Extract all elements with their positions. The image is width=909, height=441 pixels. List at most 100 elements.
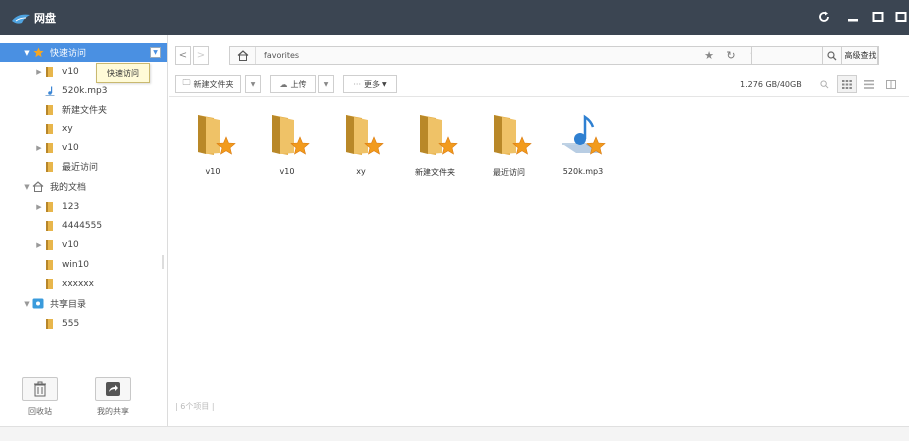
app-title: 网盘 (34, 11, 56, 25)
new-folder-dropdown-icon[interactable]: ▼ (245, 75, 261, 93)
sidebar-item-label: win10 (62, 259, 90, 270)
folder-outline-icon: 🗀 (182, 78, 191, 87)
back-button[interactable]: < (175, 46, 191, 65)
sidebar-item-label: 4444555 (62, 220, 103, 231)
folder-icon (44, 278, 56, 290)
expand-arrow-icon[interactable]: ▼ (22, 183, 32, 191)
sidebar-item[interactable]: ▼ 共享目录 (0, 294, 167, 313)
minimize-icon[interactable] (845, 9, 861, 25)
sidebar-item[interactable]: 新建文件夹 (0, 100, 167, 119)
my-share-label: 我的共享 (97, 407, 129, 416)
sidebar-item-label: 最近访问 (62, 163, 99, 173)
sidebar-item-label: 我的文档 (50, 183, 87, 193)
grid-view-icon[interactable] (837, 75, 857, 93)
storage-capacity: 1.276 GB/40GB (740, 79, 802, 89)
file-item[interactable]: v10 (257, 109, 317, 185)
sidebar-item[interactable]: 最近访问 (0, 157, 167, 176)
more-caret-icon: ▼ (382, 80, 387, 88)
my-share-button[interactable]: 我的共享 (86, 377, 140, 421)
sidebar-item[interactable]: ▶ v10 (0, 235, 167, 254)
folder-icon (44, 161, 56, 173)
file-name: xy (356, 167, 366, 176)
advanced-search-button[interactable]: 高级查找 (843, 46, 879, 65)
folder-icon (44, 259, 56, 271)
dropdown-icon[interactable]: ▼ (150, 47, 161, 58)
favorite-star-icon[interactable]: ★ (698, 47, 720, 64)
main-panel: < > favorites ★ ↻ ↑ 高级查找 🗀 新建文件夹 ▼ ☁ 上传 … (169, 35, 909, 426)
new-folder-label: 新建文件夹 (193, 79, 234, 89)
home-icon[interactable] (230, 47, 256, 64)
tooltip: 快速访问 (96, 63, 150, 83)
file-name: 最近访问 (493, 168, 525, 177)
sidebar-item[interactable]: ▶ 123 (0, 197, 167, 216)
sidebar-item-label: xy (62, 123, 73, 134)
file-item[interactable]: xy (331, 109, 391, 185)
expand-arrow-icon[interactable]: ▼ (22, 49, 32, 57)
sidebar-item[interactable]: 4444555 (0, 216, 167, 235)
sidebar-scrollbar[interactable] (162, 255, 164, 269)
sidebar-item[interactable]: 520k.mp3 (0, 81, 167, 100)
breadcrumb[interactable]: favorites (264, 51, 299, 60)
sidebar: ▼ 快速访问 ▼ ▶ v10 520k.mp3 新建文件夹 xy ▶ v10 最近访问 ▼ 我的文档 ▶ 1… (0, 35, 168, 426)
file-item[interactable]: 最近访问 (479, 109, 539, 185)
sidebar-item[interactable]: xxxxxx (0, 274, 167, 293)
starred-audio-icon (558, 109, 608, 162)
file-item[interactable]: 新建文件夹 (405, 109, 465, 185)
search-icon[interactable] (822, 46, 842, 65)
app-bird-icon (12, 14, 30, 24)
home-icon (32, 181, 44, 193)
upload-dropdown-icon[interactable]: ▼ (318, 75, 334, 93)
sidebar-item-label: v10 (62, 66, 79, 77)
search-input[interactable] (751, 46, 823, 65)
sidebar-item-label: 123 (62, 201, 80, 212)
collapse-arrow-icon[interactable]: ▶ (34, 203, 44, 211)
address-row: < > favorites ★ ↻ ↑ 高级查找 (169, 43, 909, 66)
forward-button[interactable]: > (193, 46, 209, 65)
folder-icon (44, 123, 56, 135)
folder-icon (44, 220, 56, 232)
file-item[interactable]: v10 (183, 109, 243, 185)
sidebar-item[interactable]: win10 (0, 255, 167, 274)
file-item[interactable]: 520k.mp3 (553, 109, 613, 185)
file-name: v10 (279, 167, 295, 176)
collapse-arrow-icon[interactable]: ▶ (34, 241, 44, 249)
folder-icon (44, 104, 56, 116)
folder-icon (44, 142, 56, 154)
more-button[interactable]: ··· 更多 ▼ (343, 75, 397, 93)
title-bar: 网盘 (0, 0, 909, 35)
sidebar-item[interactable]: 555 (0, 314, 167, 333)
sidebar-item[interactable]: ▼ 我的文档 (0, 177, 167, 196)
starred-folder-icon (484, 109, 534, 162)
recycle-bin-button[interactable]: 回收站 (13, 377, 67, 421)
more-label: 更多 (364, 79, 380, 89)
recycle-bin-label: 回收站 (28, 407, 52, 416)
sidebar-item-label: 快速访问 (50, 49, 87, 59)
upload-button[interactable]: ☁ 上传 (270, 75, 316, 93)
starred-folder-icon (336, 109, 386, 162)
file-name: 新建文件夹 (415, 168, 455, 177)
refresh-path-icon[interactable]: ↻ (720, 47, 742, 64)
upload-label: 上传 (290, 79, 307, 89)
list-view-icon[interactable] (859, 75, 879, 93)
refresh-icon[interactable] (816, 9, 832, 25)
file-name: v10 (205, 167, 221, 176)
collapse-arrow-icon[interactable]: ▶ (34, 144, 44, 152)
maximize-icon[interactable] (870, 9, 886, 25)
expand-arrow-icon[interactable]: ▼ (22, 300, 32, 308)
detail-view-icon[interactable] (881, 75, 901, 93)
sidebar-item[interactable]: ▼ 快速访问 ▼ (0, 43, 167, 62)
zoom-icon[interactable] (814, 75, 834, 93)
collapse-arrow-icon[interactable]: ▶ (34, 68, 44, 76)
sidebar-item-label: 共享目录 (50, 300, 87, 310)
folder-icon (44, 66, 56, 78)
sidebar-item-label: xxxxxx (62, 278, 94, 289)
file-name: 520k.mp3 (562, 167, 604, 176)
sidebar-item[interactable]: ▶ v10 (0, 138, 167, 157)
sidebar-item-label: v10 (62, 142, 79, 153)
new-folder-button[interactable]: 🗀 新建文件夹 (175, 75, 241, 93)
sidebar-item[interactable]: xy (0, 119, 167, 138)
close-icon[interactable] (893, 9, 909, 25)
starred-folder-icon (410, 109, 460, 162)
toolbar: 🗀 新建文件夹 ▼ ☁ 上传 ▼ ··· 更多 ▼ 1.276 GB/40GB (169, 72, 909, 97)
music-icon (44, 85, 56, 97)
